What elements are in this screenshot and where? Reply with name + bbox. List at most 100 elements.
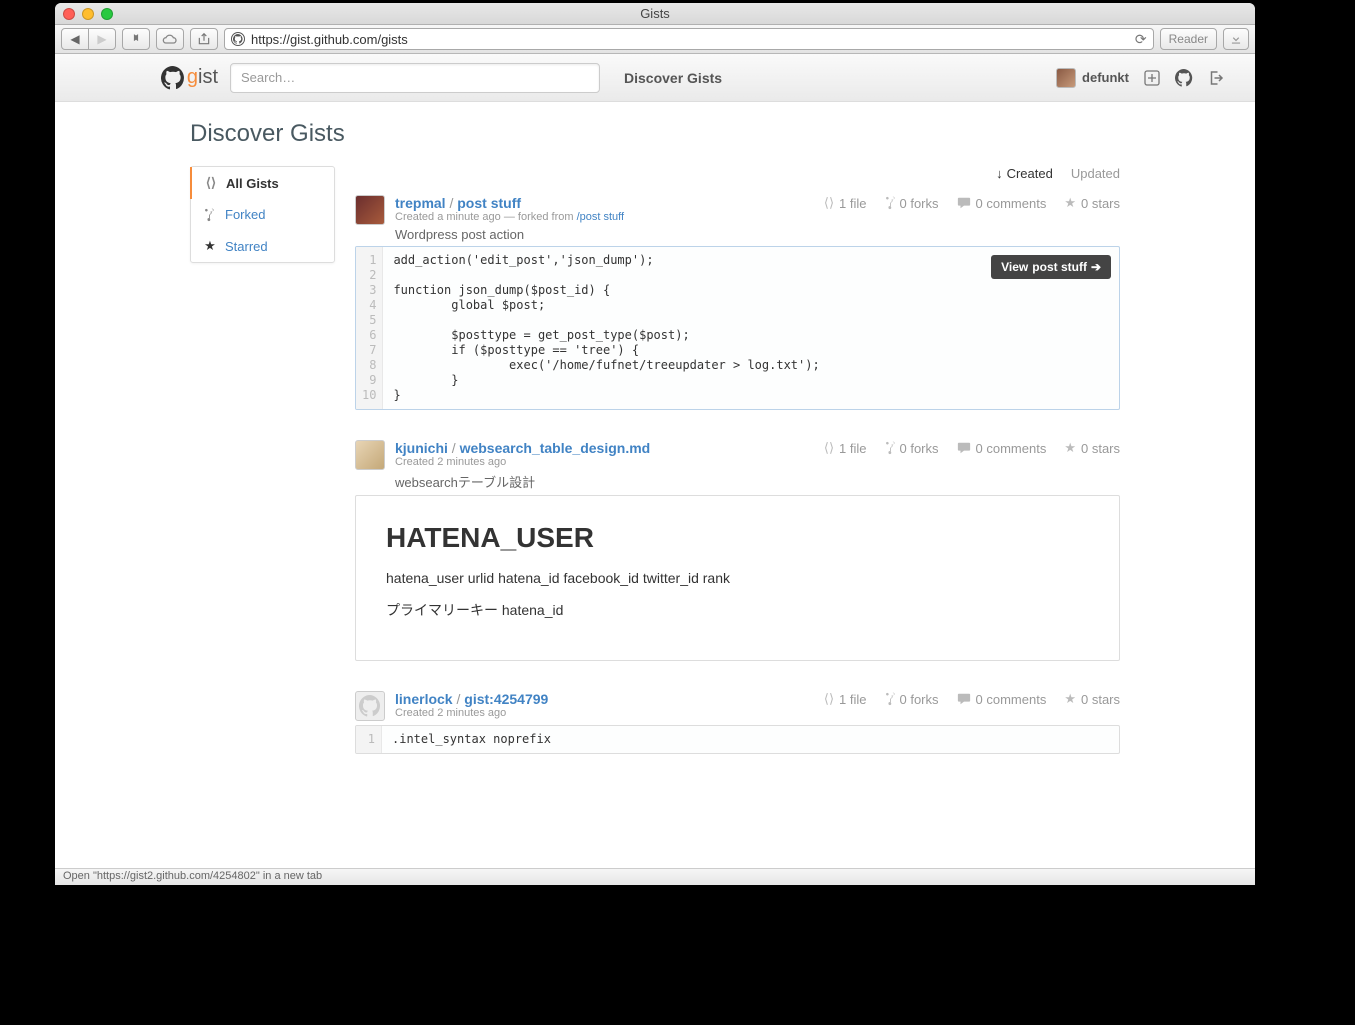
search-placeholder: Search… <box>241 70 295 85</box>
url-text: https://gist.github.com/gists <box>251 32 408 47</box>
filename-link[interactable]: post stuff <box>457 195 521 211</box>
stat-stars[interactable]: ★0 stars <box>1064 691 1120 707</box>
filter-label: Forked <box>225 207 265 222</box>
logo-text: gist <box>187 66 218 89</box>
gist-stats: ⟨⟩1 file 0 forks 0 comments ★0 stars <box>824 691 1120 707</box>
author-avatar[interactable] <box>355 195 385 225</box>
back-button[interactable]: ◀ <box>61 28 89 50</box>
star-icon: ★ <box>1064 195 1076 211</box>
filename-link[interactable]: websearch_table_design.md <box>460 440 651 456</box>
fork-icon <box>885 692 895 706</box>
reload-button[interactable]: ⟳ <box>1135 31 1147 48</box>
gist-subline: Created a minute ago — forked from /post… <box>395 211 814 223</box>
author-link[interactable]: kjunichi <box>395 440 448 456</box>
default-avatar-icon <box>359 695 381 717</box>
code-preview[interactable]: View post stuff➔ 12345678910 add_action(… <box>355 246 1120 410</box>
signout-button[interactable] <box>1207 69 1225 87</box>
zoom-window-button[interactable] <box>101 8 113 20</box>
gist-item: linerlock / gist:4254799 Created 2 minut… <box>355 691 1120 754</box>
code-content: add_action('edit_post','json_dump'); fun… <box>383 247 829 409</box>
author-link[interactable]: linerlock <box>395 691 453 707</box>
main-column: ↓ Created Updated tre <box>355 166 1120 784</box>
filter-forked[interactable]: Forked <box>191 199 334 230</box>
traffic-lights <box>63 8 113 20</box>
md-paragraph: プライマリーキー hatena_id <box>386 600 1089 620</box>
gist-title: trepmal / post stuff <box>395 195 814 211</box>
star-icon: ★ <box>1064 691 1076 707</box>
search-input[interactable]: Search… <box>230 63 600 93</box>
site-header: gist Search… Discover Gists defunkt <box>55 54 1255 102</box>
comment-icon <box>957 692 971 706</box>
stat-comments[interactable]: 0 comments <box>957 196 1047 211</box>
fork-icon <box>885 441 895 455</box>
filter-box: ⟨⟩ All Gists Forked ★ Starred <box>190 166 335 263</box>
gist-title: linerlock / gist:4254799 <box>395 691 814 707</box>
code-content: .intel_syntax noprefix <box>382 726 561 753</box>
md-heading: HATENA_USER <box>386 522 1089 554</box>
filter-starred[interactable]: ★ Starred <box>191 230 334 262</box>
arrow-right-icon: ➔ <box>1091 260 1101 274</box>
container: Discover Gists ⟨⟩ All Gists Forked <box>190 102 1120 784</box>
stat-stars[interactable]: ★0 stars <box>1064 195 1120 211</box>
page-heading: Discover Gists <box>190 102 1120 166</box>
sidebar: ⟨⟩ All Gists Forked ★ Starred <box>190 166 335 784</box>
browser-toolbar: ◀ ▶ https://gist.github.com/gists ⟳ Read… <box>55 25 1255 54</box>
window-title: Gists <box>640 6 670 21</box>
status-text: Open "https://gist2.github.com/4254802" … <box>63 870 322 882</box>
sort-created[interactable]: ↓ Created <box>996 166 1053 181</box>
stat-files[interactable]: ⟨⟩1 file <box>824 691 867 707</box>
file-icon: ⟨⟩ <box>824 195 834 211</box>
user-menu[interactable]: defunkt <box>1056 68 1129 88</box>
icloud-button[interactable] <box>156 28 184 50</box>
line-numbers: 1 <box>356 726 382 753</box>
code-preview[interactable]: 1 .intel_syntax noprefix <box>355 725 1120 754</box>
filename-link[interactable]: gist:4254799 <box>464 691 548 707</box>
forward-button[interactable]: ▶ <box>88 28 116 50</box>
author-avatar[interactable] <box>355 691 385 721</box>
filter-all-gists[interactable]: ⟨⟩ All Gists <box>190 167 334 199</box>
stat-stars[interactable]: ★0 stars <box>1064 440 1120 456</box>
forked-from-link[interactable]: /post stuff <box>577 211 625 223</box>
titlebar: Gists <box>55 3 1255 25</box>
minimize-window-button[interactable] <box>82 8 94 20</box>
sort-updated[interactable]: Updated <box>1071 166 1120 181</box>
stat-comments[interactable]: 0 comments <box>957 692 1047 707</box>
gist-title: kjunichi / websearch_table_design.md <box>395 440 814 456</box>
file-icon: ⟨⟩ <box>824 440 834 456</box>
line-numbers: 12345678910 <box>356 247 383 409</box>
markdown-preview[interactable]: HATENA_USER hatena_user urlid hatena_id … <box>355 495 1120 661</box>
author-avatar[interactable] <box>355 440 385 470</box>
nav-buttons: ◀ ▶ <box>61 28 116 50</box>
github-mark-icon <box>161 66 185 90</box>
stat-forks[interactable]: 0 forks <box>885 692 939 707</box>
stat-files[interactable]: ⟨⟩1 file <box>824 440 867 456</box>
share-button[interactable] <box>190 28 218 50</box>
stat-forks[interactable]: 0 forks <box>885 196 939 211</box>
gist-stats: ⟨⟩1 file 0 forks 0 comments ★0 stars <box>824 440 1120 456</box>
author-link[interactable]: trepmal <box>395 195 446 211</box>
sort-label: Created <box>1007 166 1053 181</box>
gist-item: trepmal / post stuff Created a minute ag… <box>355 195 1120 410</box>
gist-item: kjunichi / websearch_table_design.md Cre… <box>355 440 1120 661</box>
stat-comments[interactable]: 0 comments <box>957 441 1047 456</box>
user-avatar <box>1056 68 1076 88</box>
comment-icon <box>957 441 971 455</box>
new-gist-button[interactable] <box>1143 69 1161 87</box>
file-icon: ⟨⟩ <box>824 691 834 707</box>
stat-files[interactable]: ⟨⟩1 file <box>824 195 867 211</box>
status-bar: Open "https://gist2.github.com/4254802" … <box>55 868 1255 885</box>
fork-icon <box>885 196 895 210</box>
reader-button[interactable]: Reader <box>1160 28 1217 50</box>
view-gist-button[interactable]: View post stuff➔ <box>991 255 1111 279</box>
downloads-button[interactable] <box>1223 28 1249 50</box>
close-window-button[interactable] <box>63 8 75 20</box>
code-icon: ⟨⟩ <box>204 175 218 191</box>
github-link-button[interactable] <box>1175 69 1193 87</box>
gist-subline: Created 2 minutes ago <box>395 707 814 719</box>
star-icon: ★ <box>1064 440 1076 456</box>
bookmark-button[interactable] <box>122 28 150 50</box>
stat-forks[interactable]: 0 forks <box>885 441 939 456</box>
address-bar[interactable]: https://gist.github.com/gists ⟳ <box>224 28 1154 50</box>
logo[interactable]: gist <box>55 66 230 90</box>
header-right: defunkt <box>1056 68 1255 88</box>
